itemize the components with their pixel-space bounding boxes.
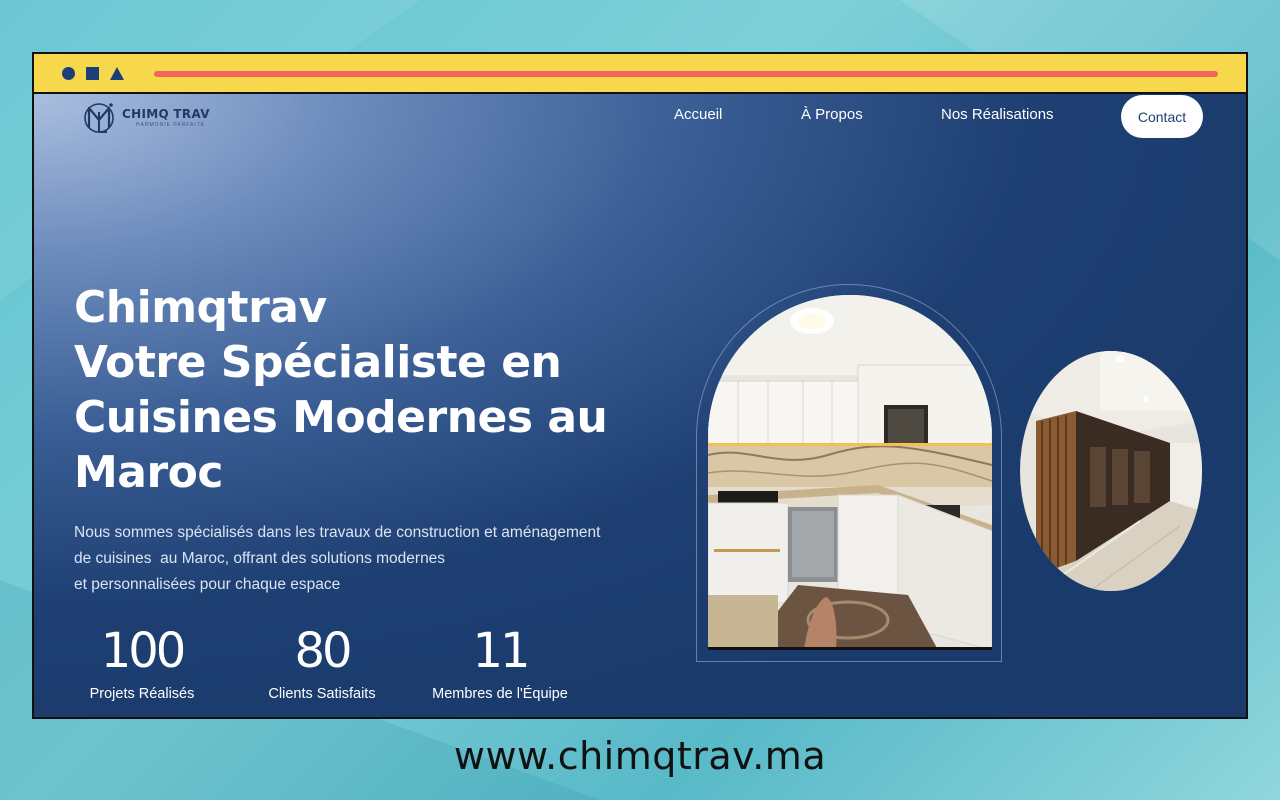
window-titlebar [34, 54, 1246, 94]
hero-title-line: Maroc [74, 447, 224, 498]
stat-projects: 100 Projets Réalisés [72, 622, 212, 702]
site-logo[interactable]: CHIMQ TRAV HARMONIE PARFAITE [80, 98, 210, 136]
hero-title: Chimqtrav Votre Spécialiste en Cuisines … [74, 280, 674, 500]
brand-name: CHIMQ TRAV [122, 106, 210, 121]
hero-title-line: Chimqtrav [74, 282, 327, 333]
hero-title-line: Votre Spécialiste en [74, 337, 562, 388]
hero-description-line: et personnalisées pour chaque espace [74, 576, 341, 593]
stat-label: Clients Satisfaits [268, 686, 376, 702]
hero-description-line: de cuisines au Maroc, offrant des soluti… [74, 550, 446, 567]
address-bar [154, 71, 1218, 77]
stat-clients: 80 Clients Satisfaits [252, 622, 392, 702]
hero-description-line: Nous sommes spécialisés dans les travaux… [74, 524, 601, 541]
nav-item-a-propos[interactable]: À Propos [801, 106, 863, 123]
hero-description: Nous sommes spécialisés dans les travaux… [74, 520, 674, 598]
stat-label: Projets Réalisés [89, 686, 195, 702]
stat-value: 80 [294, 623, 352, 679]
nav-item-accueil[interactable]: Accueil [674, 106, 722, 123]
contact-button[interactable]: Contact [1121, 95, 1203, 138]
brand-tagline: HARMONIE PARFAITE [136, 121, 206, 128]
stat-value: 11 [472, 623, 530, 679]
kitchen-photo-arch [708, 295, 992, 650]
stat-label: Membres de l'Équipe [432, 686, 568, 702]
website-hero: CHIMQ TRAV HARMONIE PARFAITE Accueil À P… [34, 94, 1246, 717]
hero-title-line: Cuisines Modernes au [74, 392, 608, 443]
kitchen-photo-oval [1020, 351, 1202, 591]
stat-value: 100 [100, 623, 187, 679]
stat-team: 11 Membres de l'Équipe [420, 622, 580, 702]
browser-window: CHIMQ TRAV HARMONIE PARFAITE Accueil À P… [32, 52, 1248, 719]
triangle-icon [110, 66, 124, 80]
square-icon [86, 66, 99, 80]
navbar: CHIMQ TRAV HARMONIE PARFAITE Accueil À P… [34, 94, 1246, 140]
circle-icon [62, 66, 75, 80]
ml-monogram-logo-icon [80, 98, 118, 136]
nav-item-realisations[interactable]: Nos Réalisations [941, 106, 1054, 123]
website-url: www.chimqtrav.ma [453, 734, 827, 778]
